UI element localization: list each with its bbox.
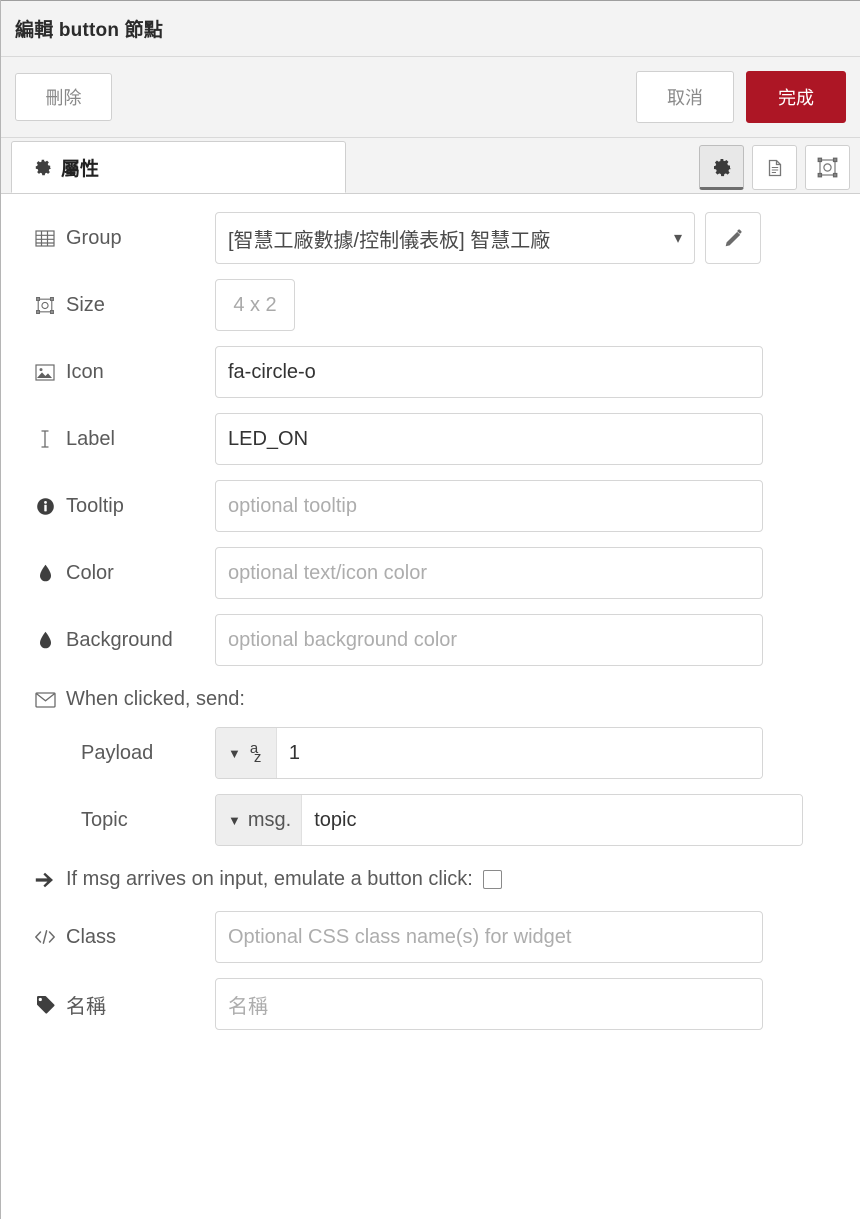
tool-description-button[interactable] [752,145,797,190]
page-title: 編輯 button 節點 [15,20,164,41]
topic-type-selector[interactable]: ▼ msg. [216,795,303,845]
color-input[interactable]: optional text/icon color [215,547,763,599]
chevron-down-icon: ▼ [228,745,241,761]
tooltip-input[interactable]: optional tooltip [215,480,763,532]
icon-input[interactable]: fa-circle-o [215,346,763,398]
done-button[interactable]: 完成 [746,71,846,123]
table-icon [33,229,57,247]
info-circle-icon [33,497,57,516]
dialog-header: 編輯 button 節點 [1,0,860,57]
payload-value-input[interactable]: 1 [276,728,762,778]
tab-properties-label: 屬性 [61,158,100,180]
arrow-right-icon [33,872,57,888]
group-label-text: Group [66,226,122,249]
background-input[interactable]: optional background color [215,614,763,666]
text-cursor-icon [33,429,57,449]
icon-label-text: Icon [66,360,104,383]
form-row-label: Label LED_ON [1,413,860,465]
tool-appearance-button[interactable] [805,145,850,190]
emulate-click-label: If msg arrives on input, emulate a butto… [66,868,473,890]
gear-icon [34,158,52,176]
topic-label: Topic [15,809,215,832]
background-label-text: Background [66,628,173,651]
edit-group-button[interactable] [705,212,761,264]
when-clicked-label: When clicked, send: [66,688,245,710]
form-row-background: Background optional background color [1,614,860,666]
class-input[interactable]: Optional CSS class name(s) for widget [215,911,763,963]
picture-icon [33,363,57,381]
label-input[interactable]: LED_ON [215,413,763,465]
tab-tools [699,145,850,193]
gear-icon [712,157,732,177]
class-label: Class [15,926,215,949]
label-label: Label [15,428,215,451]
tabs-bar: 屬性 [1,138,860,194]
group-label: Group [15,227,215,250]
tag-icon [33,995,57,1014]
size-field[interactable]: 4 x 2 [215,279,295,331]
group-select-value: [智慧工廠數據/控制儀表板] 智慧工廠 [228,229,551,252]
background-label: Background [15,629,215,652]
cancel-button[interactable]: 取消 [636,71,734,123]
chevron-down-icon: ▼ [228,812,241,828]
appearance-icon [817,157,838,178]
chevron-down-icon: ▾ [673,230,682,247]
name-label-text: 名稱 [66,995,106,1018]
topic-type-label: msg. [247,808,292,831]
dialog-toolbar: 刪除 取消 完成 [1,57,860,138]
payload-typed-input[interactable]: ▼ az 1 [215,727,763,779]
size-label-text: Size [66,293,105,316]
icon-label: Icon [15,361,215,384]
emulate-click-row: If msg arrives on input, emulate a butto… [19,868,860,891]
form-row-tooltip: Tooltip optional tooltip [1,480,860,532]
az-string-icon: az [249,740,262,766]
payload-label: Payload [15,742,215,765]
payload-label-text: Payload [81,741,154,764]
name-input[interactable]: 名稱 [215,978,763,1030]
emulate-click-checkbox[interactable] [482,870,502,889]
when-clicked-section: When clicked, send: [19,688,860,711]
tint-icon [33,564,57,583]
delete-button[interactable]: 刪除 [15,73,112,121]
group-select[interactable]: [智慧工廠數據/控制儀表板] 智慧工廠 ▾ [215,212,695,264]
tint-icon [33,631,57,650]
properties-form: Group [智慧工廠數據/控制儀表板] 智慧工廠 ▾ Size 4 x 2 I… [1,194,860,1030]
form-row-name: 名稱 名稱 [1,978,860,1030]
edit-node-dialog: 編輯 button 節點 刪除 取消 完成 屬性 Group [智慧工廠數據/控… [0,0,860,1219]
color-label: Color [15,562,215,585]
form-row-group: Group [智慧工廠數據/控制儀表板] 智慧工廠 ▾ [1,212,860,264]
code-icon [33,929,57,945]
topic-value-input[interactable]: topic [302,795,802,845]
form-row-class: Class Optional CSS class name(s) for wid… [1,911,860,963]
form-row-topic: Topic ▼ msg. topic [1,794,860,846]
topic-label-text: Topic [81,808,128,831]
color-label-text: Color [66,561,114,584]
object-group-icon [33,296,57,315]
form-row-payload: Payload ▼ az 1 [1,727,860,779]
tool-gear-button[interactable] [699,145,744,190]
label-label-text: Label [66,427,115,450]
tooltip-label: Tooltip [15,495,215,518]
topic-typed-input[interactable]: ▼ msg. topic [215,794,803,846]
form-row-size: Size 4 x 2 [1,279,860,331]
tab-properties[interactable]: 屬性 [11,141,346,193]
payload-type-selector[interactable]: ▼ az [216,728,277,778]
form-row-icon: Icon fa-circle-o [1,346,860,398]
envelope-icon [33,691,57,708]
form-row-color: Color optional text/icon color [1,547,860,599]
name-label: 名稱 [15,990,215,1019]
tooltip-label-text: Tooltip [66,494,124,517]
class-label-text: Class [66,925,117,948]
description-icon [765,158,785,178]
size-label: Size [15,294,215,317]
pencil-icon [724,228,743,248]
